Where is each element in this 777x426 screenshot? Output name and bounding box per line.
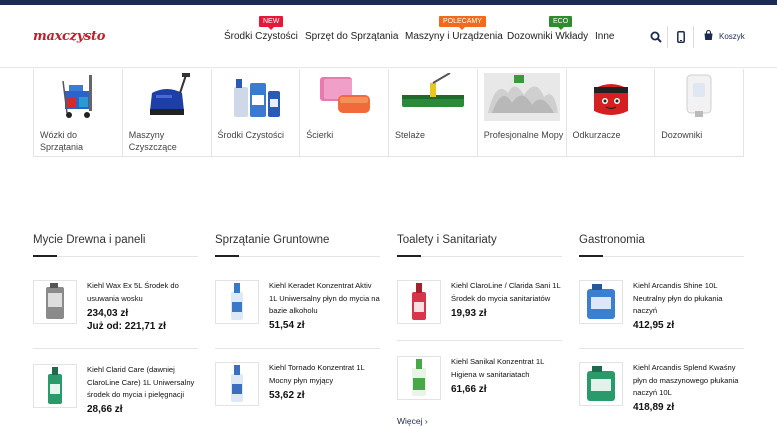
category-wozki[interactable]: Wózki do Sprzątania bbox=[34, 69, 123, 157]
product-image bbox=[215, 280, 259, 324]
badge-new: NEW bbox=[259, 16, 284, 30]
cart-button[interactable]: Koszyk bbox=[703, 29, 745, 43]
nav-inne[interactable]: Inne bbox=[595, 31, 614, 42]
cart-label: Koszyk bbox=[719, 32, 745, 41]
section-divider bbox=[579, 256, 744, 257]
more-link[interactable]: Więcej › bbox=[397, 416, 428, 426]
product-price: 51,54 zł bbox=[269, 320, 305, 331]
mop-frame-image bbox=[395, 73, 471, 121]
product-price: 418,89 zł bbox=[633, 402, 675, 413]
vacuum-image bbox=[573, 73, 649, 121]
dispenser-image bbox=[661, 73, 737, 121]
product-price: 234,03 zł bbox=[87, 308, 129, 319]
product-price: 412,95 zł bbox=[633, 320, 675, 331]
badge-eco: ECO bbox=[549, 16, 573, 30]
product-name[interactable]: Kiehl ClaroLine / Clarida Sani 1L Środek… bbox=[451, 280, 563, 305]
section-divider bbox=[397, 256, 562, 257]
section-title[interactable]: Sprzątanie Gruntowne bbox=[215, 234, 380, 256]
product-name[interactable]: Kiehl Tornado Konzentrat 1L Mocny płyn m… bbox=[269, 362, 381, 387]
nav-dozowniki-wklady[interactable]: ECO Dozowniki Wkłady bbox=[507, 16, 588, 42]
product-price: 19,93 zł bbox=[451, 308, 487, 319]
product-price: 53,62 zł bbox=[269, 390, 305, 401]
product-image bbox=[33, 280, 77, 324]
section-underline bbox=[215, 255, 239, 257]
category-odkurzacze[interactable]: Odkurzacze bbox=[567, 69, 656, 157]
nav-sprzet-do-sprzatania[interactable]: Sprzęt do Sprzątania bbox=[305, 31, 398, 42]
section-underline bbox=[33, 255, 57, 257]
detergent-bottles-image bbox=[218, 73, 294, 121]
product-name[interactable]: Kiehl Arcandis Splend Kwaśny płyn do mas… bbox=[633, 362, 745, 400]
product-image bbox=[397, 356, 441, 400]
category-stelaze[interactable]: Stelaże bbox=[389, 69, 478, 157]
phone-icon[interactable] bbox=[677, 30, 685, 48]
product-name[interactable]: Kiehl Clarid Care (dawniej ClaroLine Car… bbox=[87, 364, 199, 402]
section-underline bbox=[579, 255, 603, 257]
product-image bbox=[33, 364, 77, 408]
product-name[interactable]: Kiehl Sanikal Konzentrat 1L Higiena w sa… bbox=[451, 356, 563, 381]
category-maszyny[interactable]: Maszyny Czyszczące bbox=[123, 69, 212, 157]
badge-polecamy: POLECAMY bbox=[439, 16, 486, 30]
site-header: maxczysto NEW Środki Czystości Sprzęt do… bbox=[0, 5, 777, 68]
category-dozowniki[interactable]: Dozowniki bbox=[655, 69, 744, 157]
nav-maszyny-i-urzadzenia[interactable]: POLECAMY Maszyny i Urządzenia bbox=[405, 16, 503, 42]
product-separator bbox=[397, 340, 562, 341]
section-underline bbox=[397, 255, 421, 257]
section-title[interactable]: Gastronomia bbox=[579, 234, 744, 256]
category-srodki[interactable]: Środki Czystości bbox=[212, 69, 301, 157]
section-sprzatanie-gruntowne: Sprzątanie Gruntowne Kiehl Keradet Konze… bbox=[215, 234, 380, 406]
product-price: 28,66 zł bbox=[87, 404, 123, 415]
section-title[interactable]: Toalety i Sanitariaty bbox=[397, 234, 562, 256]
section-mycie-drewna: Mycie Drewna i paneli Kiehl Wax Ex 5L Śr… bbox=[33, 234, 198, 415]
section-title[interactable]: Mycie Drewna i paneli bbox=[33, 234, 198, 256]
header-divider bbox=[693, 26, 694, 48]
scrubber-machine-image bbox=[129, 73, 205, 121]
product-image bbox=[397, 280, 441, 324]
category-strip: Wózki do Sprzątania Maszyny Czyszczące Ś… bbox=[33, 69, 744, 157]
product-separator bbox=[215, 348, 380, 349]
product-separator bbox=[579, 348, 744, 349]
section-gastronomia: Gastronomia Kiehl Arcandis Shine 10L Neu… bbox=[579, 234, 744, 413]
cleaning-cart-image bbox=[40, 73, 116, 121]
product-separator bbox=[33, 348, 198, 349]
section-divider bbox=[33, 256, 198, 257]
product-price: 61,66 zł bbox=[451, 384, 487, 395]
product-name[interactable]: Kiehl Keradet Konzentrat Aktiv 1L Uniwer… bbox=[269, 280, 381, 318]
cart-icon bbox=[703, 29, 714, 43]
product-price-from: Już od: 221,71 zł bbox=[87, 321, 166, 332]
product-name[interactable]: Kiehl Arcandis Shine 10L Neutralny płyn … bbox=[633, 280, 745, 318]
product-image bbox=[215, 362, 259, 406]
product-image bbox=[579, 362, 623, 406]
search-icon[interactable] bbox=[650, 30, 662, 48]
category-scierki[interactable]: Ścierki bbox=[300, 69, 389, 157]
nav-srodki-czystosci[interactable]: NEW Środki Czystości bbox=[224, 16, 298, 42]
mops-image bbox=[483, 73, 560, 121]
section-toalety: Toalety i Sanitariaty Kiehl ClaroLine / … bbox=[397, 234, 562, 426]
header-divider bbox=[667, 26, 668, 48]
product-name[interactable]: Kiehl Wax Ex 5L Środek do usuwania wosku bbox=[87, 280, 199, 305]
cloths-image bbox=[306, 73, 382, 121]
product-image bbox=[579, 280, 623, 324]
category-mopy[interactable]: Profesjonalne Mopy bbox=[478, 69, 567, 157]
site-logo[interactable]: maxczysto bbox=[33, 29, 105, 44]
section-divider bbox=[215, 256, 380, 257]
